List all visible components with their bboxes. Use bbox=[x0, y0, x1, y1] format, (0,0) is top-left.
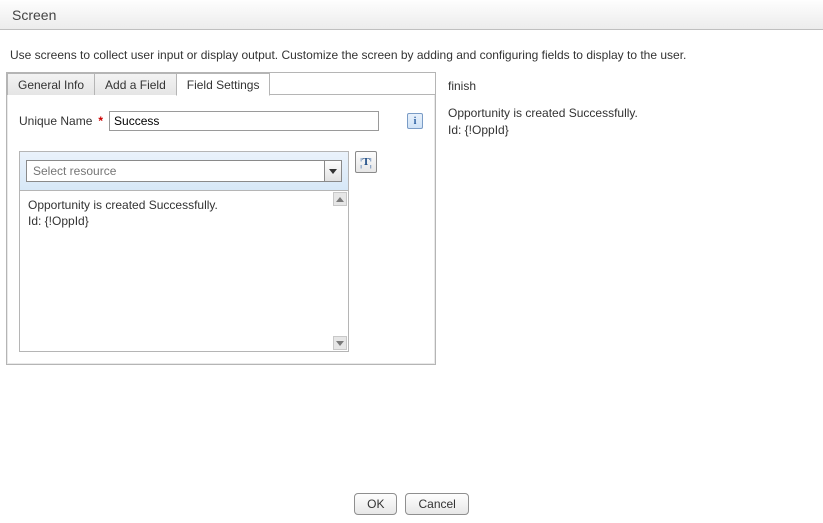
resource-section: Opportunity is created Successfully. Id:… bbox=[19, 151, 349, 352]
scroll-up-button[interactable] bbox=[333, 192, 347, 206]
chevron-down-icon bbox=[329, 169, 337, 174]
info-glyph: i bbox=[414, 116, 417, 127]
left-panel: General Info Add a Field Field Settings … bbox=[6, 72, 436, 365]
unique-name-input[interactable] bbox=[109, 111, 379, 131]
unique-name-row: Unique Name * i bbox=[19, 111, 423, 131]
resource-toolbar bbox=[20, 152, 348, 191]
content-area: Use screens to collect user input or dis… bbox=[0, 30, 823, 365]
button-label: Cancel bbox=[418, 497, 455, 511]
resource-combo-input[interactable] bbox=[26, 160, 324, 182]
chevron-up-icon bbox=[336, 197, 344, 202]
title-bar: Screen bbox=[0, 0, 823, 30]
preview-panel: finish Opportunity is created Successful… bbox=[444, 72, 817, 365]
bracket-right-icon: ¦ bbox=[370, 155, 372, 170]
tab-body: Unique Name * i bbox=[7, 95, 435, 364]
window-title: Screen bbox=[12, 7, 56, 23]
tab-label: Add a Field bbox=[105, 78, 166, 92]
required-marker: * bbox=[98, 114, 103, 128]
preview-line: Id: {!OppId} bbox=[448, 122, 817, 139]
tab-field-settings[interactable]: Field Settings bbox=[176, 73, 271, 96]
resource-combo-dropdown-button[interactable] bbox=[324, 160, 342, 182]
scroll-down-button[interactable] bbox=[333, 336, 347, 350]
dialog-footer: OK Cancel bbox=[0, 493, 823, 515]
chevron-down-icon bbox=[336, 341, 344, 346]
preview-heading: finish bbox=[448, 78, 817, 95]
preview-line: Opportunity is created Successfully. bbox=[448, 105, 817, 122]
tab-add-field[interactable]: Add a Field bbox=[94, 73, 177, 95]
tab-label: General Info bbox=[18, 78, 84, 92]
field-body-content: Opportunity is created Successfully. Id:… bbox=[20, 191, 348, 351]
button-label: OK bbox=[367, 497, 384, 511]
tab-general-info[interactable]: General Info bbox=[7, 73, 95, 95]
text-t-icon: T bbox=[362, 156, 369, 168]
tab-label: Field Settings bbox=[187, 78, 260, 92]
resource-combo[interactable] bbox=[26, 160, 342, 182]
main-row: General Info Add a Field Field Settings … bbox=[6, 72, 817, 365]
tab-bar: General Info Add a Field Field Settings bbox=[7, 73, 435, 95]
ok-button[interactable]: OK bbox=[354, 493, 397, 515]
info-icon[interactable]: i bbox=[407, 113, 423, 129]
cancel-button[interactable]: Cancel bbox=[405, 493, 468, 515]
screen-description: Use screens to collect user input or dis… bbox=[6, 40, 817, 72]
text-format-button[interactable]: ¦ T ¦ bbox=[355, 151, 377, 173]
unique-name-label: Unique Name bbox=[19, 114, 92, 128]
field-body-textarea[interactable]: Opportunity is created Successfully. Id:… bbox=[20, 191, 348, 351]
